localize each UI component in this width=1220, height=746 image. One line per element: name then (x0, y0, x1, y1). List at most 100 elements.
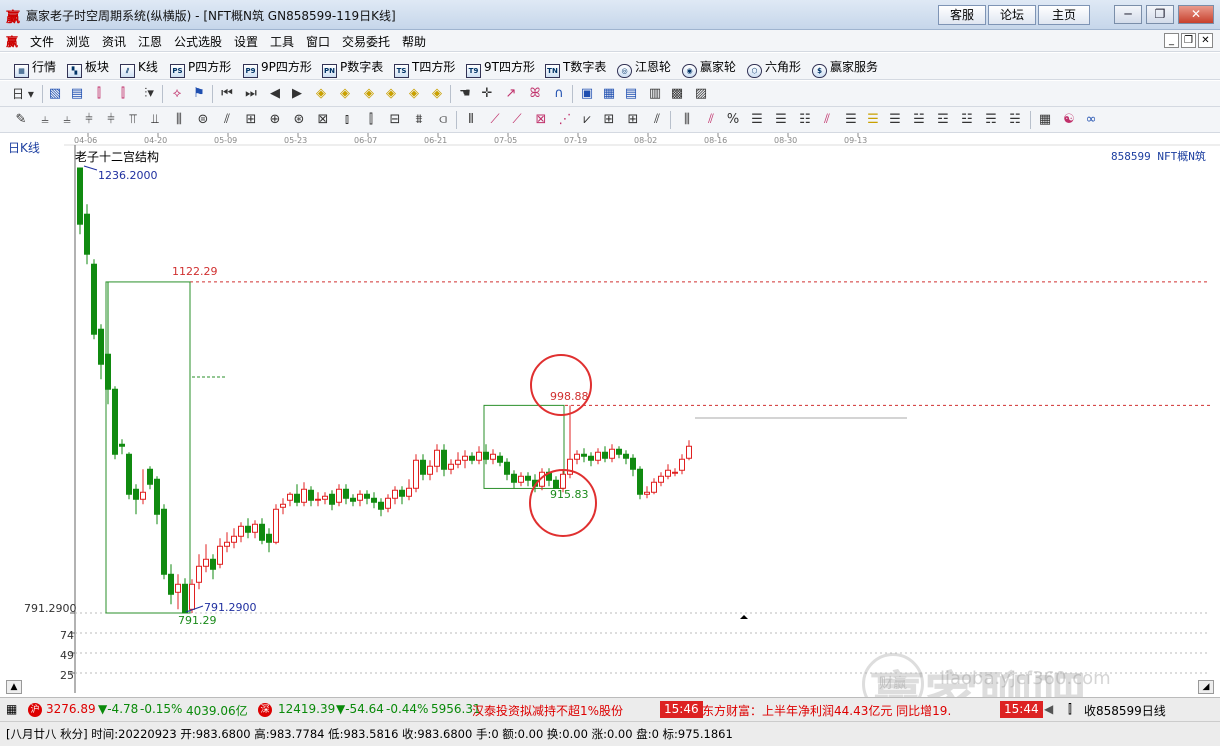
hand-icon[interactable]: ☚ (456, 85, 474, 103)
toolbar-gann-wheel[interactable]: ◎ 江恩轮 (617, 58, 671, 78)
indicator-icon[interactable]: ▤ (68, 85, 86, 103)
draw-tool-5-icon[interactable]: ⫪ (124, 111, 142, 129)
grid-tool-icon[interactable]: ⊞ (600, 111, 618, 129)
prev-icon[interactable]: ◀ (266, 85, 284, 103)
draw-tool-14-icon[interactable]: ⫾ (338, 111, 356, 129)
draw-tool-11-icon[interactable]: ⊕ (266, 111, 284, 129)
plugin-icon[interactable]: ▩ (668, 85, 686, 103)
scroll-left-icon[interactable]: ◀ (1044, 702, 1053, 716)
draw-tool-6-icon[interactable]: ⫫ (146, 111, 164, 129)
draw-tool-2-icon[interactable]: ⫨ (58, 111, 76, 129)
toolbar-sectors[interactable]: ▚ 板块 (67, 58, 109, 78)
menu-trade[interactable]: 交易委托 (342, 33, 390, 50)
flag-icon[interactable]: ⚑ (190, 85, 208, 103)
level-tool-1-icon[interactable]: ☰ (748, 111, 766, 129)
candle-toggle-icon[interactable]: ⫶▾ (140, 85, 158, 103)
close-button[interactable]: ✕ (1178, 5, 1214, 24)
yin-yang-icon[interactable]: ☯ (1060, 111, 1078, 129)
draw-line-icon[interactable]: ↗ (502, 85, 520, 103)
draw-tool-18-icon[interactable]: ⫏ (434, 111, 452, 129)
menu-window[interactable]: 窗口 (306, 33, 330, 50)
level-tool-6-icon[interactable]: ☰ (864, 111, 882, 129)
period-selector[interactable]: 日 ▾ (12, 85, 42, 103)
toolbar-p-number-table[interactable]: PN P数字表 (322, 58, 383, 78)
restore-button[interactable]: ❐ (1146, 5, 1174, 24)
mdi-minimize-button[interactable]: _ (1164, 33, 1179, 48)
parallel-lines-icon[interactable]: ⫽ (648, 111, 666, 129)
menu-formula-screen[interactable]: 公式选股 (174, 33, 222, 50)
mdi-close-button[interactable]: ✕ (1198, 33, 1213, 48)
list-icon[interactable]: ▤ (622, 85, 640, 103)
toolbar-9t-square[interactable]: T9 9T四方形 (466, 58, 535, 78)
print-icon[interactable]: ▨ (692, 85, 710, 103)
zoom-diamond-1-icon[interactable]: ◈ (312, 85, 330, 103)
draw-tool-1-icon[interactable]: ⫨ (36, 111, 54, 129)
grid-icon[interactable]: ▦ (6, 702, 17, 716)
level-tool-7-icon[interactable]: ☰ (886, 111, 904, 129)
draw-tool-19-icon[interactable]: ⫴ (462, 111, 480, 129)
forum-button[interactable]: 论坛 (988, 5, 1036, 25)
draw-tool-15-icon[interactable]: ⫿ (362, 111, 380, 129)
fan-line-2-icon[interactable]: ⟋ (508, 111, 526, 129)
toolbar-winner-wheel[interactable]: ◉ 赢家轮 (682, 58, 736, 78)
draw-tool-9-icon[interactable]: ⫽ (218, 111, 236, 129)
kline-chart[interactable]: 04-06 04-20 05-09 05-23 06-07 06-21 07-05 07-19… (0, 133, 1220, 729)
mdi-restore-button[interactable]: ❐ (1181, 33, 1196, 48)
percent-line-icon[interactable]: ⫽ (702, 111, 720, 129)
zoom-diamond-2-icon[interactable]: ◈ (336, 85, 354, 103)
menu-help[interactable]: 帮助 (402, 33, 426, 50)
zoom-diamond-6-icon[interactable]: ◈ (428, 85, 446, 103)
level-tool-4-icon[interactable]: ⫽ (818, 111, 836, 129)
grid-tool-2-icon[interactable]: ⊞ (624, 111, 642, 129)
percent-icon[interactable]: % (724, 111, 742, 129)
bar-stats-icon[interactable]: ⫼ (678, 111, 696, 129)
zoom-diamond-4-icon[interactable]: ◈ (382, 85, 400, 103)
level-tool-11-icon[interactable]: ☴ (982, 111, 1000, 129)
draw-tool-8-icon[interactable]: ⊜ (194, 111, 212, 129)
calculator-icon[interactable]: ▦ (600, 85, 618, 103)
draw-tool-7-icon[interactable]: ⫼ (170, 111, 188, 129)
crosshair-icon[interactable]: ✛ (478, 85, 496, 103)
toolbar-winner-service[interactable]: $ 赢家服务 (812, 58, 878, 78)
zoom-diamond-5-icon[interactable]: ◈ (405, 85, 423, 103)
level-tool-12-icon[interactable]: ☵ (1006, 111, 1024, 129)
calendar-icon[interactable]: ▣ (578, 85, 596, 103)
toolbar-p-square[interactable]: PS P四方形 (170, 58, 231, 78)
level-tool-8-icon[interactable]: ☱ (910, 111, 928, 129)
magnet-icon[interactable]: ∩ (550, 85, 568, 103)
menu-settings[interactable]: 设置 (234, 33, 258, 50)
fan-line-icon[interactable]: ⟋ (486, 111, 504, 129)
pencil-icon[interactable]: ✎ (12, 111, 30, 129)
menu-tools[interactable]: 工具 (270, 33, 294, 50)
scroll-right-icon[interactable]: ◢ (1198, 680, 1214, 694)
menu-gann[interactable]: 江恩 (138, 33, 162, 50)
gann-fan-icon[interactable]: ⋰ (556, 111, 574, 129)
infinity-icon[interactable]: ∞ (1082, 111, 1100, 129)
draw-tool-16-icon[interactable]: ⊟ (386, 111, 404, 129)
level-tool-10-icon[interactable]: ☳ (958, 111, 976, 129)
first-icon[interactable]: ⏮ (218, 85, 236, 103)
news-ticker-2[interactable]: 东方财富：上半年净利润44.43亿元 同比增19. (702, 702, 951, 719)
menu-info[interactable]: 资讯 (102, 33, 126, 50)
home-button[interactable]: 主页 (1038, 5, 1090, 25)
customer-service-button[interactable]: 客服 (938, 5, 986, 25)
last-icon[interactable]: ⏭ (242, 85, 260, 103)
next-icon[interactable]: ▶ (288, 85, 306, 103)
news-ticker-1[interactable]: 汉泰投资拟减持不超1%股份 (472, 702, 623, 719)
scroll-up-icon[interactable]: ▲ (6, 680, 22, 694)
toolbar-9p-square[interactable]: P9 9P四方形 (243, 58, 312, 78)
toolbar-hexagon[interactable]: ⬡ 六角形 (747, 58, 801, 78)
level-tool-9-icon[interactable]: ☲ (934, 111, 952, 129)
chart-type-icon[interactable]: ▧ (46, 85, 64, 103)
menu-file[interactable]: 文件 (30, 33, 54, 50)
menu-browse[interactable]: 浏览 (66, 33, 90, 50)
toolbar-quotes[interactable]: ▦ 行情 (14, 58, 56, 78)
draw-tool-3-icon[interactable]: ⫩ (80, 111, 98, 129)
minimize-button[interactable]: ─ (1114, 5, 1142, 24)
level-tool-2-icon[interactable]: ☰ (772, 111, 790, 129)
text-tool-icon[interactable]: ꕤ (526, 85, 544, 103)
draw-tool-12-icon[interactable]: ⊛ (290, 111, 308, 129)
zoom-diamond-3-icon[interactable]: ◈ (360, 85, 378, 103)
toolbar-kline[interactable]: ⫽ K线 (120, 58, 158, 78)
draw-tool-17-icon[interactable]: ⩩ (410, 111, 428, 129)
